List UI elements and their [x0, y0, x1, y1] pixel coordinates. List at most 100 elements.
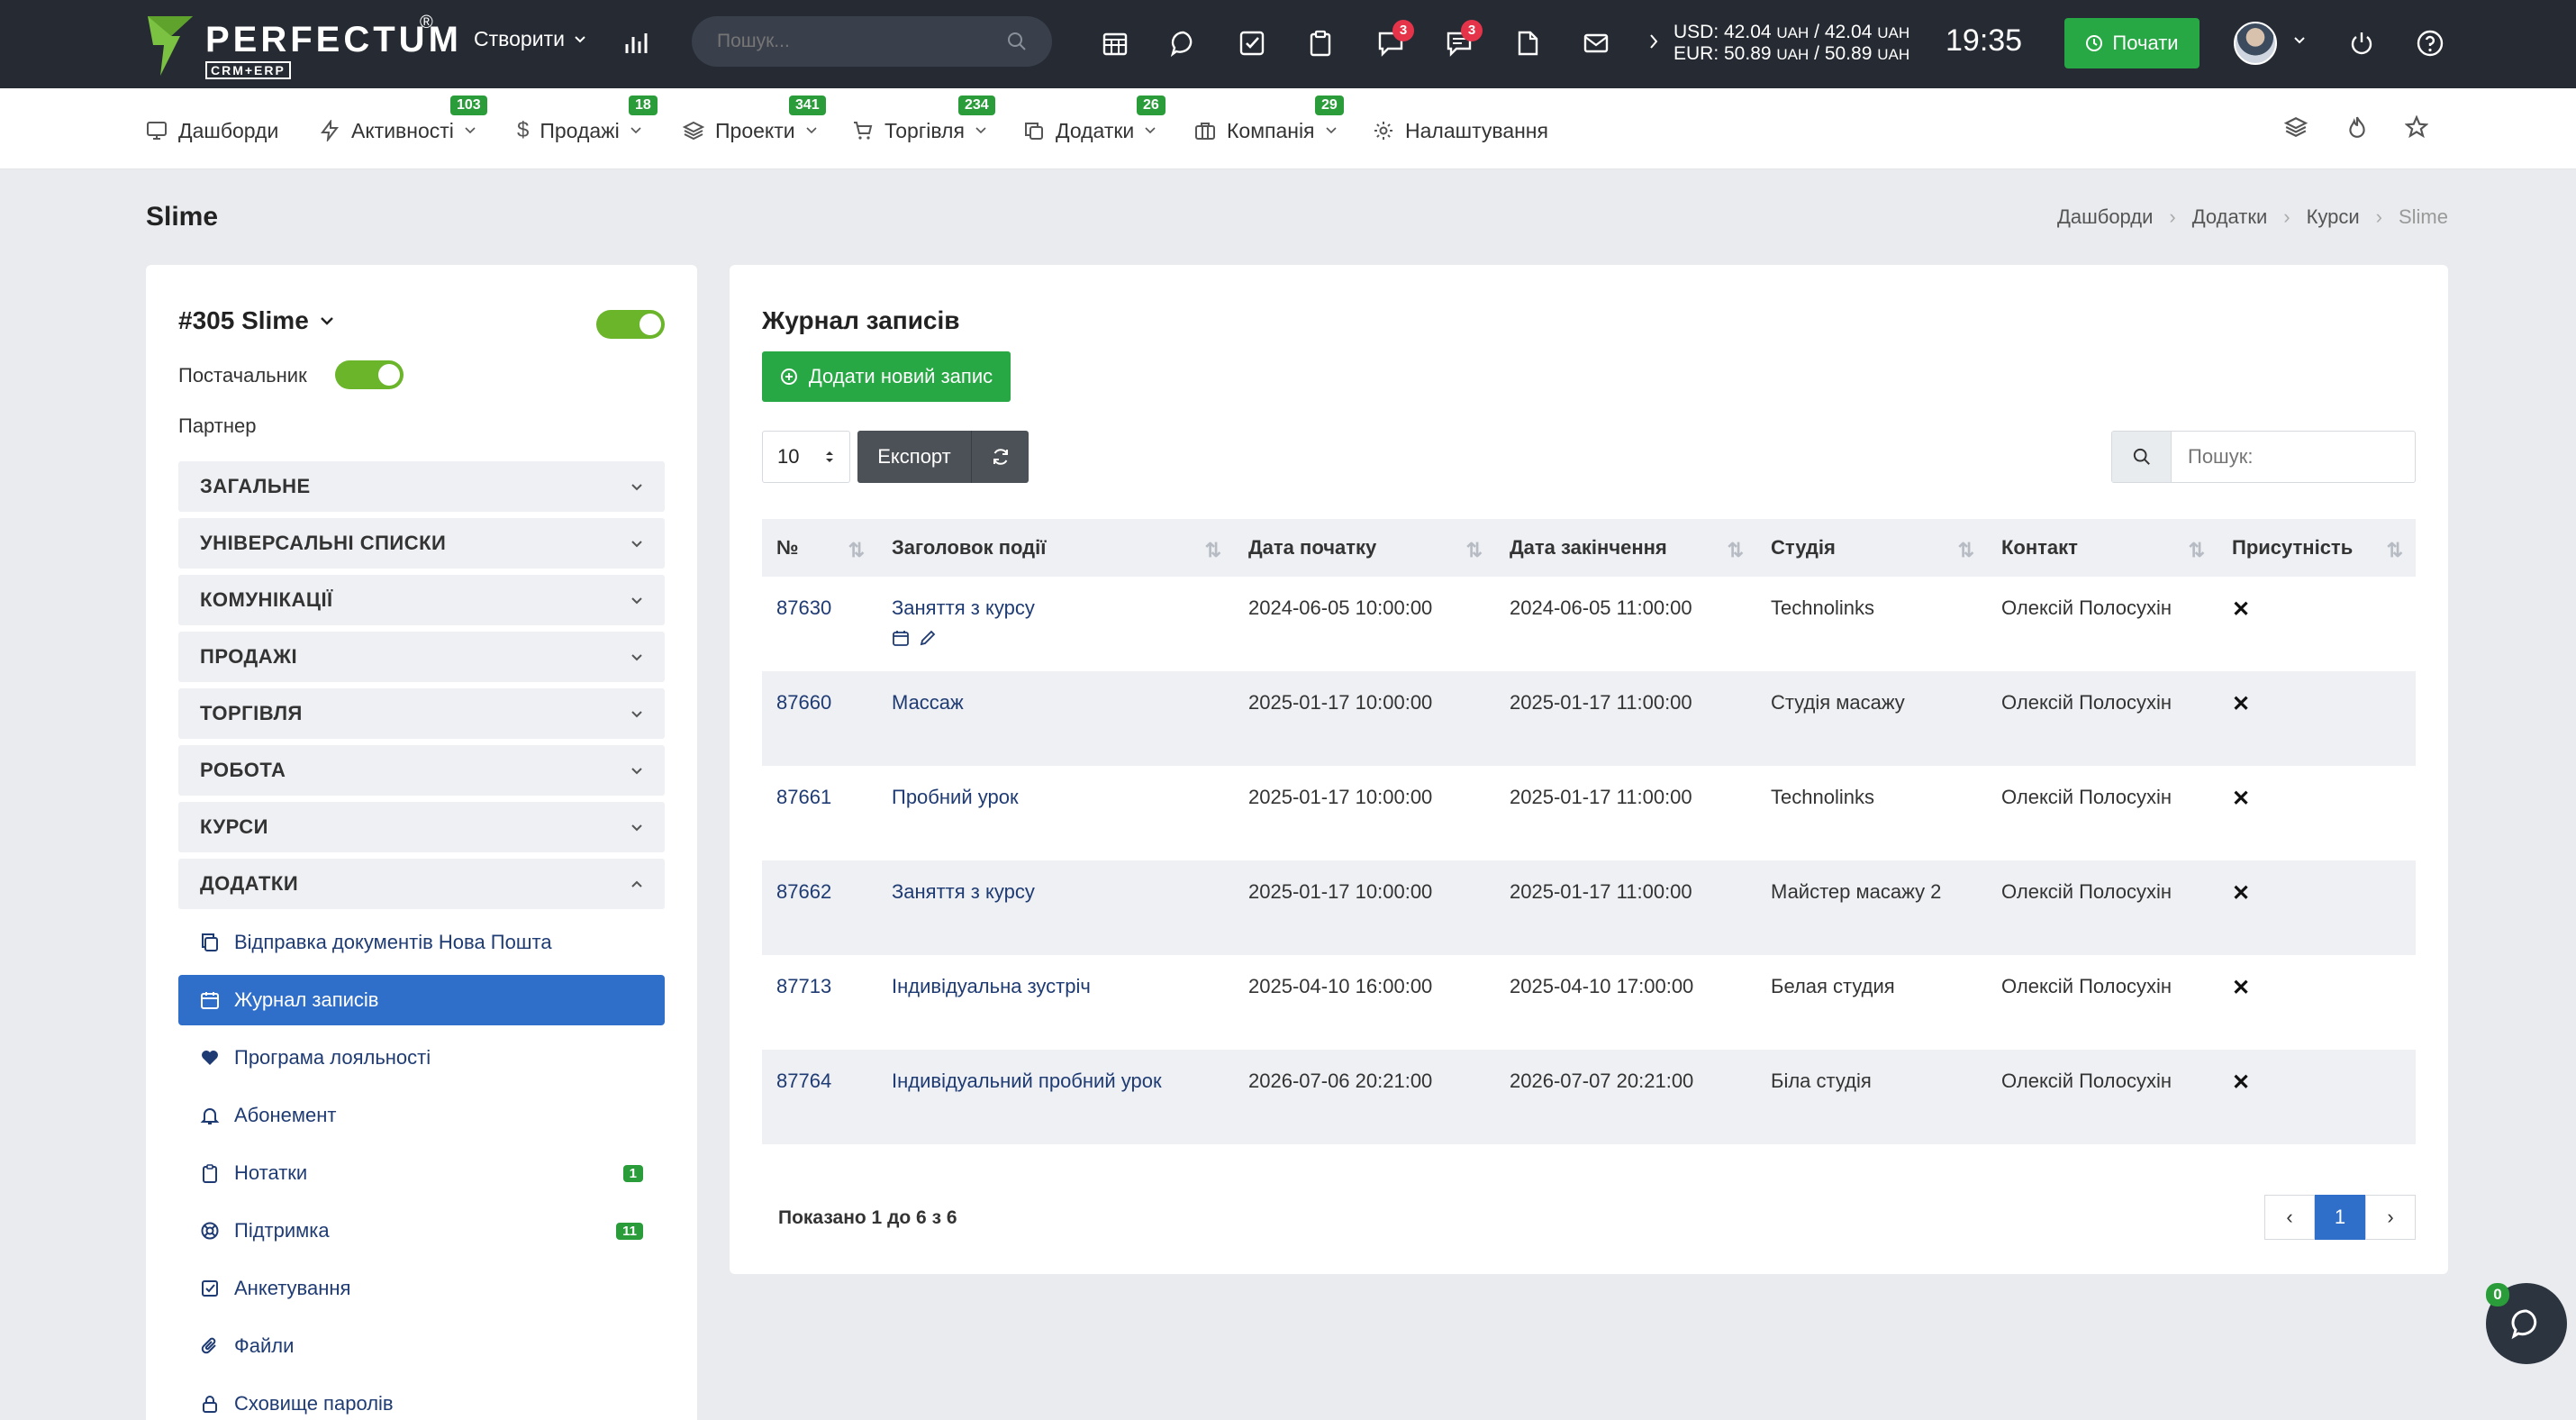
layers-toggle-icon[interactable]	[2284, 115, 2308, 139]
record-title-link[interactable]: Пробний урок	[892, 786, 1019, 808]
export-button[interactable]: Експорт	[857, 445, 971, 469]
create-menu[interactable]: Створити	[474, 27, 586, 51]
sort-select-icon	[826, 451, 833, 462]
addon-password-vault[interactable]: Сховище паролів	[178, 1379, 665, 1420]
clipboard-icon[interactable]	[1302, 25, 1338, 61]
entity-title[interactable]: #305 Slime	[178, 306, 334, 335]
calendar-icon[interactable]	[1097, 25, 1133, 61]
presence-cross-icon[interactable]: ✕	[2232, 787, 2250, 811]
star-icon[interactable]	[2405, 115, 2428, 139]
nav-settings[interactable]: Налаштування	[1373, 117, 1548, 144]
task-icon[interactable]	[1234, 25, 1270, 61]
section-trade[interactable]: ТОРГІВЛЯ	[178, 688, 665, 739]
addon-loyalty[interactable]: Програма лояльності	[178, 1033, 665, 1083]
column-header-presence[interactable]: Присутність ⇅	[2218, 519, 2416, 577]
add-record-button[interactable]: Додати новий запис	[762, 351, 1011, 402]
chat-unread-badge: 0	[2486, 1283, 2509, 1306]
eur-rate: EUR: 50.89 UAH / 50.89 UAH	[1673, 43, 1910, 64]
record-title-link[interactable]: Індивідуальний пробний урок	[892, 1070, 1162, 1092]
top-bar: PERFECTUM CRM+ERP ® Створити 3 3	[0, 0, 2576, 88]
table-search-input[interactable]	[2172, 432, 2406, 482]
section-work[interactable]: РОБОТА	[178, 745, 665, 796]
sort-icon: ⇅	[848, 539, 865, 561]
nav-activities[interactable]: Активності 103	[319, 96, 487, 144]
record-id-link[interactable]: 87662	[776, 880, 831, 903]
calendar-icon[interactable]	[892, 629, 910, 647]
presence-cross-icon[interactable]: ✕	[2232, 881, 2250, 906]
table-search[interactable]	[2111, 431, 2416, 483]
section-general[interactable]: ЗАГАЛЬНЕ	[178, 461, 665, 512]
record-id-link[interactable]: 87630	[776, 596, 831, 619]
section-communications[interactable]: КОМУНІКАЦІЇ	[178, 575, 665, 625]
user-menu-chevron-icon[interactable]	[2293, 36, 2306, 45]
breadcrumb-dashboards[interactable]: Дашборди	[2057, 205, 2153, 229]
column-header-start[interactable]: Дата початку ⇅	[1234, 519, 1495, 577]
stats-icon[interactable]	[618, 25, 654, 61]
nav-sales[interactable]: $ Продажі 18	[517, 96, 658, 144]
help-icon[interactable]	[2412, 25, 2448, 61]
monitor-icon	[147, 122, 167, 140]
global-search[interactable]	[692, 16, 1052, 67]
record-title-link[interactable]: Індивідуальна зустріч	[892, 975, 1091, 997]
page-size-select[interactable]: 10	[762, 431, 850, 483]
record-id-link[interactable]: 87660	[776, 691, 831, 714]
chevron-right-icon[interactable]	[1648, 32, 1659, 50]
column-header-title[interactable]: Заголовок події ⇅	[877, 519, 1234, 577]
perfectum-logo[interactable]: PERFECTUM CRM+ERP ®	[144, 13, 458, 79]
edit-pencil-icon[interactable]	[919, 629, 937, 647]
page-prev-button[interactable]: ‹	[2264, 1195, 2315, 1240]
column-header-end[interactable]: Дата закінчення ⇅	[1495, 519, 1756, 577]
page-next-button[interactable]: ›	[2365, 1195, 2416, 1240]
presence-cross-icon[interactable]: ✕	[2232, 597, 2250, 622]
section-sales[interactable]: ПРОДАЖІ	[178, 632, 665, 682]
record-title-link[interactable]: Заняття з курсу	[892, 880, 1035, 903]
chat-icon[interactable]	[1166, 25, 1202, 61]
document-icon[interactable]	[1510, 25, 1546, 61]
section-courses[interactable]: КУРСИ	[178, 802, 665, 852]
row-actions	[892, 629, 1220, 647]
global-search-input[interactable]	[717, 31, 987, 52]
section-label: КУРСИ	[200, 815, 268, 838]
addon-files[interactable]: Файли	[178, 1321, 665, 1371]
column-header-studio[interactable]: Студія ⇅	[1756, 519, 1987, 577]
section-addons[interactable]: ДОДАТКИ	[178, 859, 665, 909]
record-id-link[interactable]: 87764	[776, 1070, 831, 1092]
supplier-toggle[interactable]	[335, 360, 404, 389]
addon-surveys[interactable]: Анкетування	[178, 1263, 665, 1314]
presence-cross-icon[interactable]: ✕	[2232, 692, 2250, 716]
column-header-contact[interactable]: Контакт ⇅	[1987, 519, 2218, 577]
entity-active-toggle[interactable]	[596, 310, 665, 339]
documents-icon	[202, 933, 218, 951]
presence-cross-icon[interactable]: ✕	[2232, 976, 2250, 1000]
page-1-button[interactable]: 1	[2315, 1195, 2365, 1240]
column-header-number[interactable]: № ⇅	[762, 519, 877, 577]
addon-journal[interactable]: Журнал записів	[178, 975, 665, 1025]
addon-nova-poshta[interactable]: Відправка документів Нова Пошта	[178, 917, 665, 968]
breadcrumb-courses[interactable]: Курси	[2307, 205, 2360, 229]
addon-support[interactable]: Підтримка 11	[178, 1206, 665, 1256]
messages-alt-icon[interactable]: 3	[1441, 20, 1483, 61]
breadcrumb-addons[interactable]: Додатки	[2192, 205, 2267, 229]
mail-icon[interactable]	[1578, 25, 1614, 61]
support-chat-button[interactable]: 0	[2486, 1283, 2567, 1364]
record-id-link[interactable]: 87661	[776, 786, 831, 808]
fire-icon[interactable]	[2345, 115, 2369, 139]
addon-subscription[interactable]: Абонемент	[178, 1090, 665, 1141]
nav-projects[interactable]: Проекти 341	[683, 96, 826, 144]
nav-company[interactable]: Компанія 29	[1194, 96, 1344, 144]
start-work-button[interactable]: Почати	[2064, 18, 2200, 68]
nav-trade[interactable]: Торгівля 234	[852, 96, 995, 144]
presence-cross-icon[interactable]: ✕	[2232, 1070, 2250, 1095]
nav-badge: 29	[1315, 96, 1344, 115]
power-icon[interactable]	[2344, 25, 2380, 61]
record-title-link[interactable]: Массаж	[892, 691, 964, 714]
nav-dashboards[interactable]: Дашборди	[146, 117, 278, 144]
section-universal-lists[interactable]: УНІВЕРСАЛЬНІ СПИСКИ	[178, 518, 665, 569]
user-avatar[interactable]	[2234, 22, 2277, 65]
record-title-link[interactable]: Заняття з курсу	[892, 596, 1035, 619]
messages-icon[interactable]: 3	[1373, 20, 1414, 61]
refresh-button[interactable]	[971, 431, 1029, 483]
nav-addons[interactable]: Додатки 26	[1023, 96, 1166, 144]
record-id-link[interactable]: 87713	[776, 975, 831, 997]
addon-notes[interactable]: Нотатки 1	[178, 1148, 665, 1198]
